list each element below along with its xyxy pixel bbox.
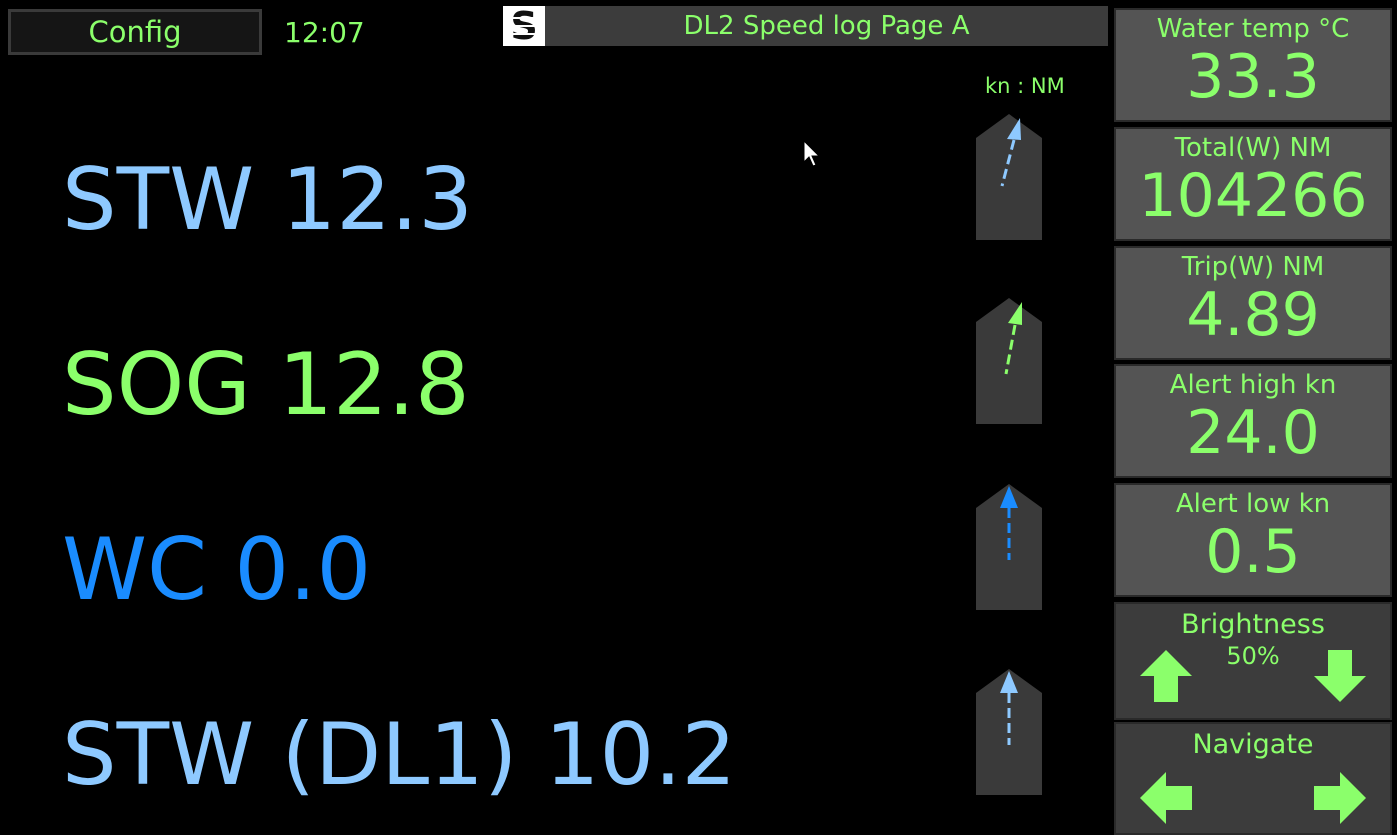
total-distance-value: 104266 <box>1138 161 1368 231</box>
brightness-up-arrow-icon[interactable] <box>1138 648 1194 704</box>
navigate-left-arrow-icon[interactable] <box>1138 770 1194 826</box>
navigate-control: Navigate <box>1114 722 1392 835</box>
total-distance-box[interactable]: Total(W) NM 104266 <box>1114 127 1392 241</box>
alert-high-box[interactable]: Alert high kn 24.0 <box>1114 364 1392 478</box>
brightness-control: Brightness 50% <box>1114 602 1392 720</box>
clock: 12:07 <box>284 16 365 49</box>
stw-readout: STW 12.3 <box>62 150 473 250</box>
sog-readout: SOG 12.8 <box>62 335 470 435</box>
navigate-right-arrow-icon[interactable] <box>1312 770 1368 826</box>
stw-dl1-heading-icon <box>976 669 1042 795</box>
trip-distance-box[interactable]: Trip(W) NM 4.89 <box>1114 246 1392 360</box>
navigate-label: Navigate <box>1192 729 1314 760</box>
stw-dl1-readout: STW (DL1) 10.2 <box>62 705 737 805</box>
alert-low-value: 0.5 <box>1205 517 1301 587</box>
mouse-cursor-icon <box>803 140 821 167</box>
alert-low-box[interactable]: Alert low kn 0.5 <box>1114 483 1392 597</box>
alert-high-label: Alert high kn <box>1169 370 1337 400</box>
units-label: kn : NM <box>985 74 1065 98</box>
sog-heading-icon <box>976 298 1042 424</box>
water-temp-box[interactable]: Water temp °C 33.3 <box>1114 8 1392 122</box>
s-logo-icon: S <box>503 4 545 48</box>
alert-low-label: Alert low kn <box>1175 489 1331 519</box>
water-temp-label: Water temp °C <box>1156 14 1350 44</box>
config-button[interactable]: Config <box>8 9 262 55</box>
brightness-down-arrow-icon[interactable] <box>1312 648 1368 704</box>
wc-readout: WC 0.0 <box>62 520 372 620</box>
trip-distance-value: 4.89 <box>1186 280 1320 350</box>
water-temp-value: 33.3 <box>1186 42 1320 112</box>
stw-heading-icon <box>976 114 1042 240</box>
total-distance-label: Total(W) NM <box>1174 133 1332 163</box>
wc-heading-icon <box>976 484 1042 610</box>
alert-high-value: 24.0 <box>1186 398 1320 468</box>
page-title: DL2 Speed log Page A <box>545 6 1108 46</box>
logo: S <box>503 4 545 48</box>
brightness-label: Brightness <box>1181 609 1325 640</box>
trip-distance-label: Trip(W) NM <box>1181 252 1325 282</box>
